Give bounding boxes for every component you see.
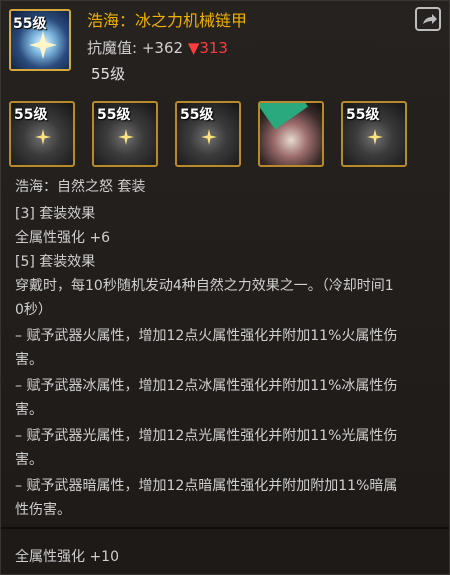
fire-effect-line2: 害。 <box>15 352 43 368</box>
set-item-slot-4[interactable] <box>258 101 324 167</box>
set-item-slot-2[interactable]: 55级 <box>92 101 158 167</box>
slot-level: 55级 <box>346 107 380 123</box>
sparkle-icon <box>35 129 51 145</box>
share-button[interactable] <box>415 7 441 31</box>
item-level-text: 55级 <box>91 65 126 83</box>
sparkle-icon <box>118 129 134 145</box>
set-tier3-effect: 全属性强化 +6 <box>15 230 111 246</box>
magic-resist-stat: 抗魔值: +362 ▼313 <box>87 37 228 58</box>
fire-effect-line1: – 赋予武器火属性，增加12点火属性强化并附加11%火属性伤 <box>15 328 398 344</box>
item-tooltip-panel: 55级 浩海：冰之力机械链甲 抗魔值: +362 ▼313 55级 55级 55… <box>0 0 450 575</box>
set-tier3-header: [3] 套装效果 <box>15 206 96 222</box>
ice-effect-line2: 害。 <box>15 402 43 418</box>
item-title: 浩海：冰之力机械链甲 <box>87 11 248 30</box>
share-icon <box>423 14 437 24</box>
set-item-slot-5[interactable]: 55级 <box>341 101 407 167</box>
dark-effect-line2: 性伤害。 <box>15 502 71 518</box>
set-tier5-line1: 穿戴时，每10秒随机发动4种自然之力效果之一。（冷却时间1 <box>15 278 394 294</box>
item-icon[interactable]: 55级 <box>9 9 71 71</box>
stat-label: 抗魔值: <box>87 39 142 57</box>
sparkle-icon <box>29 31 57 59</box>
stat-decrease: ▼313 <box>187 39 228 57</box>
stat-value: +362 <box>141 39 184 57</box>
sparkle-icon <box>201 129 217 145</box>
set-tier5-line2: 0秒） <box>15 302 52 318</box>
slot-level: 55级 <box>180 107 214 123</box>
set-item-slot-3[interactable]: 55级 <box>175 101 241 167</box>
set-name: 浩海：自然之怒 套装 <box>15 179 146 195</box>
set-item-slot-1[interactable]: 55级 <box>9 101 75 167</box>
bottom-bonus: 全属性强化 +10 <box>15 549 119 565</box>
ice-effect-line1: – 赋予武器冰属性，增加12点冰属性强化并附加11%冰属性伤 <box>15 378 398 394</box>
slot-level: 55级 <box>97 107 131 123</box>
dark-effect-line1: – 赋予武器暗属性，增加12点暗属性强化并附加附加11%暗属 <box>15 478 398 494</box>
slot-level: 55级 <box>14 107 48 123</box>
light-effect-line1: – 赋予武器光属性，增加12点光属性强化并附加11%光属性伤 <box>15 428 398 444</box>
sparkle-icon <box>367 129 383 145</box>
slot-ribbon <box>260 103 308 130</box>
set-tier5-header: [5] 套装效果 <box>15 254 96 270</box>
item-level-badge: 55级 <box>13 16 47 32</box>
section-divider <box>1 527 449 529</box>
light-effect-line2: 害。 <box>15 452 43 468</box>
